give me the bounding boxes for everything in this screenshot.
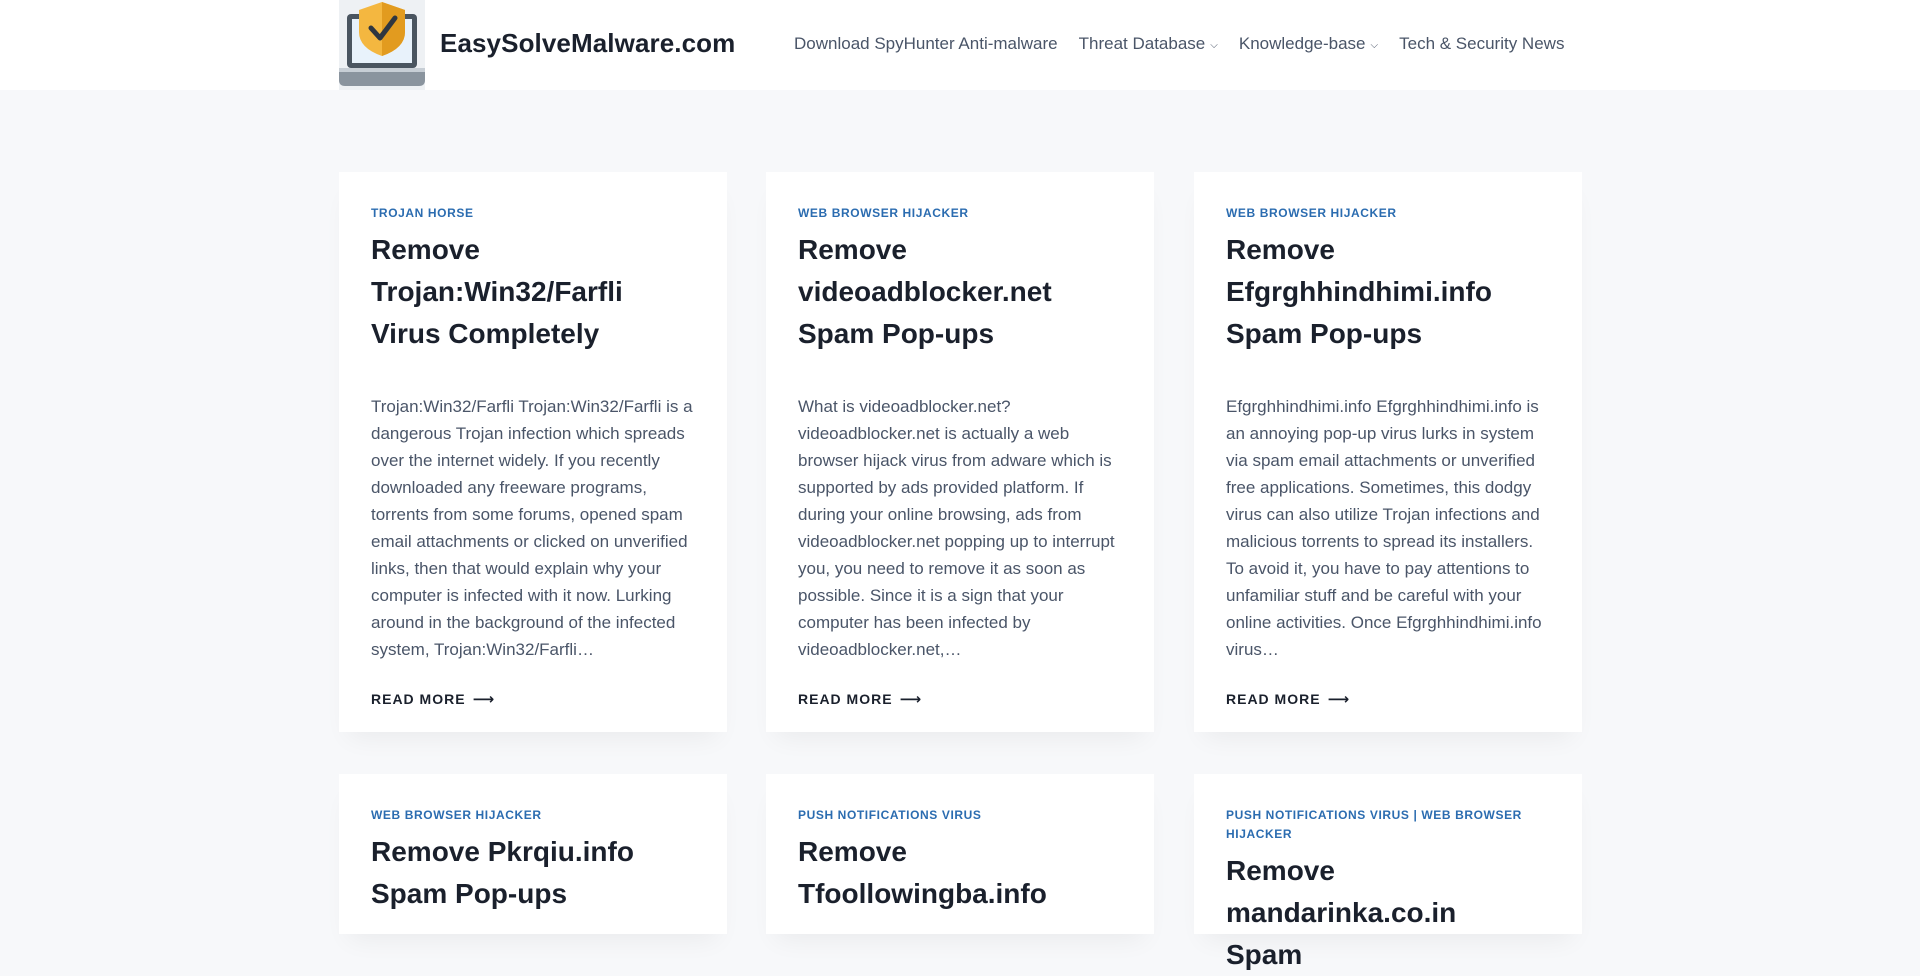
post-card: PUSH NOTIFICATIONS VIRUS Remove Tfoollow…	[766, 774, 1154, 934]
post-title-line: Remove	[798, 836, 907, 867]
post-title-line: Spam Pop-ups	[1226, 318, 1423, 349]
post-card: WEB BROWSER HIJACKER Remove Pkrqiu.info …	[339, 774, 727, 934]
chevron-down-icon: ⌵	[1370, 40, 1379, 51]
post-card: WEB BROWSER HIJACKER Remove videoadblock…	[766, 172, 1154, 732]
post-title-line: Remove	[1226, 234, 1335, 265]
post-title-link[interactable]: Remove mandarinka.co.in Spam	[1226, 850, 1530, 976]
post-title-line: Tfoollowingba.info	[798, 878, 1047, 909]
read-more-label: READ MORE	[371, 691, 466, 707]
post-category-link[interactable]: WEB BROWSER HIJACKER	[798, 204, 1122, 223]
arrow-right-icon: ⟶	[899, 691, 923, 708]
post-title-link[interactable]: Remove Tfoollowingba.info	[798, 831, 1122, 915]
post-title-line: Remove Pkrqiu.info	[371, 836, 634, 867]
post-category-link[interactable]: PUSH NOTIFICATIONS VIRUS	[798, 806, 1122, 825]
post-category-link[interactable]: WEB BROWSER HIJACKER	[1226, 204, 1550, 223]
nav-item-threat-database[interactable]: Threat Database ⌵	[1079, 34, 1218, 54]
nav-item-label: Download SpyHunter Anti-malware	[794, 34, 1058, 53]
post-card: PUSH NOTIFICATIONS VIRUS | WEB BROWSER H…	[1194, 774, 1582, 970]
post-title-line: Remove	[1226, 855, 1335, 886]
post-title-link[interactable]: Remove Efgrghhindhimi.info Spam Pop-ups	[1226, 229, 1550, 355]
nav-item-label: Threat Database	[1078, 34, 1206, 53]
post-title-line: Spam Pop-ups	[798, 318, 995, 349]
post-title-line: mandarinka.co.in Spam	[1226, 897, 1457, 970]
post-title-link[interactable]: Remove Pkrqiu.info Spam Pop-ups	[371, 831, 695, 915]
site-title[interactable]: EasySolveMalware.com	[440, 28, 735, 59]
primary-nav: Download SpyHunter Anti-malware Threat D…	[794, 34, 1564, 54]
read-more-label: READ MORE	[798, 691, 893, 707]
post-category-link[interactable]: WEB BROWSER HIJACKER	[371, 806, 695, 825]
post-category-link[interactable]: TROJAN HORSE	[371, 204, 695, 223]
post-excerpt: What is videoadblocker.net? videoadblock…	[798, 397, 1115, 659]
post-title-line: videoadblocker.net	[798, 276, 1052, 307]
nav-item-download-spyhunter[interactable]: Download SpyHunter Anti-malware	[794, 34, 1058, 54]
read-more-link[interactable]: READ MORE ⟶	[798, 690, 922, 708]
read-more-label: READ MORE	[1226, 691, 1321, 707]
site-logo[interactable]	[339, 0, 425, 90]
post-title-line: Trojan:Win32/Farfli	[371, 276, 623, 307]
read-more-link[interactable]: READ MORE ⟶	[371, 690, 495, 708]
shield-check-laptop-icon	[339, 0, 425, 90]
post-title-link[interactable]: Remove Trojan:Win32/Farfli Virus Complet…	[371, 229, 695, 355]
post-card: WEB BROWSER HIJACKER Remove Efgrghhindhi…	[1194, 172, 1582, 732]
post-title-link[interactable]: Remove videoadblocker.net Spam Pop-ups	[798, 229, 1122, 355]
post-title-line: Efgrghhindhimi.info	[1226, 276, 1492, 307]
site-header: EasySolveMalware.com Download SpyHunter …	[0, 0, 1920, 90]
arrow-right-icon: ⟶	[1327, 691, 1351, 708]
post-excerpt: Trojan:Win32/Farfli Trojan:Win32/Farfli …	[371, 397, 693, 659]
chevron-down-icon: ⌵	[1210, 40, 1218, 51]
post-title-line: Remove	[798, 234, 907, 265]
post-card: TROJAN HORSE Remove Trojan:Win32/Farfli …	[339, 172, 727, 732]
post-title-line: Virus Completely	[371, 318, 600, 349]
nav-item-knowledge-base[interactable]: Knowledge-base ⌵	[1239, 34, 1378, 54]
nav-item-tech-security-news[interactable]: Tech & Security News	[1399, 34, 1564, 54]
nav-item-label: Knowledge-base	[1238, 34, 1366, 53]
post-category-link[interactable]: PUSH NOTIFICATIONS VIRUS | WEB BROWSER H…	[1226, 806, 1530, 844]
post-title-line: Remove	[371, 234, 480, 265]
post-excerpt: Efgrghhindhimi.info Efgrghhindhimi.info …	[1226, 397, 1542, 659]
read-more-link[interactable]: READ MORE ⟶	[1226, 690, 1350, 708]
nav-item-label: Tech & Security News	[1399, 34, 1565, 53]
arrow-right-icon: ⟶	[472, 691, 496, 708]
post-title-line: Spam Pop-ups	[371, 878, 568, 909]
